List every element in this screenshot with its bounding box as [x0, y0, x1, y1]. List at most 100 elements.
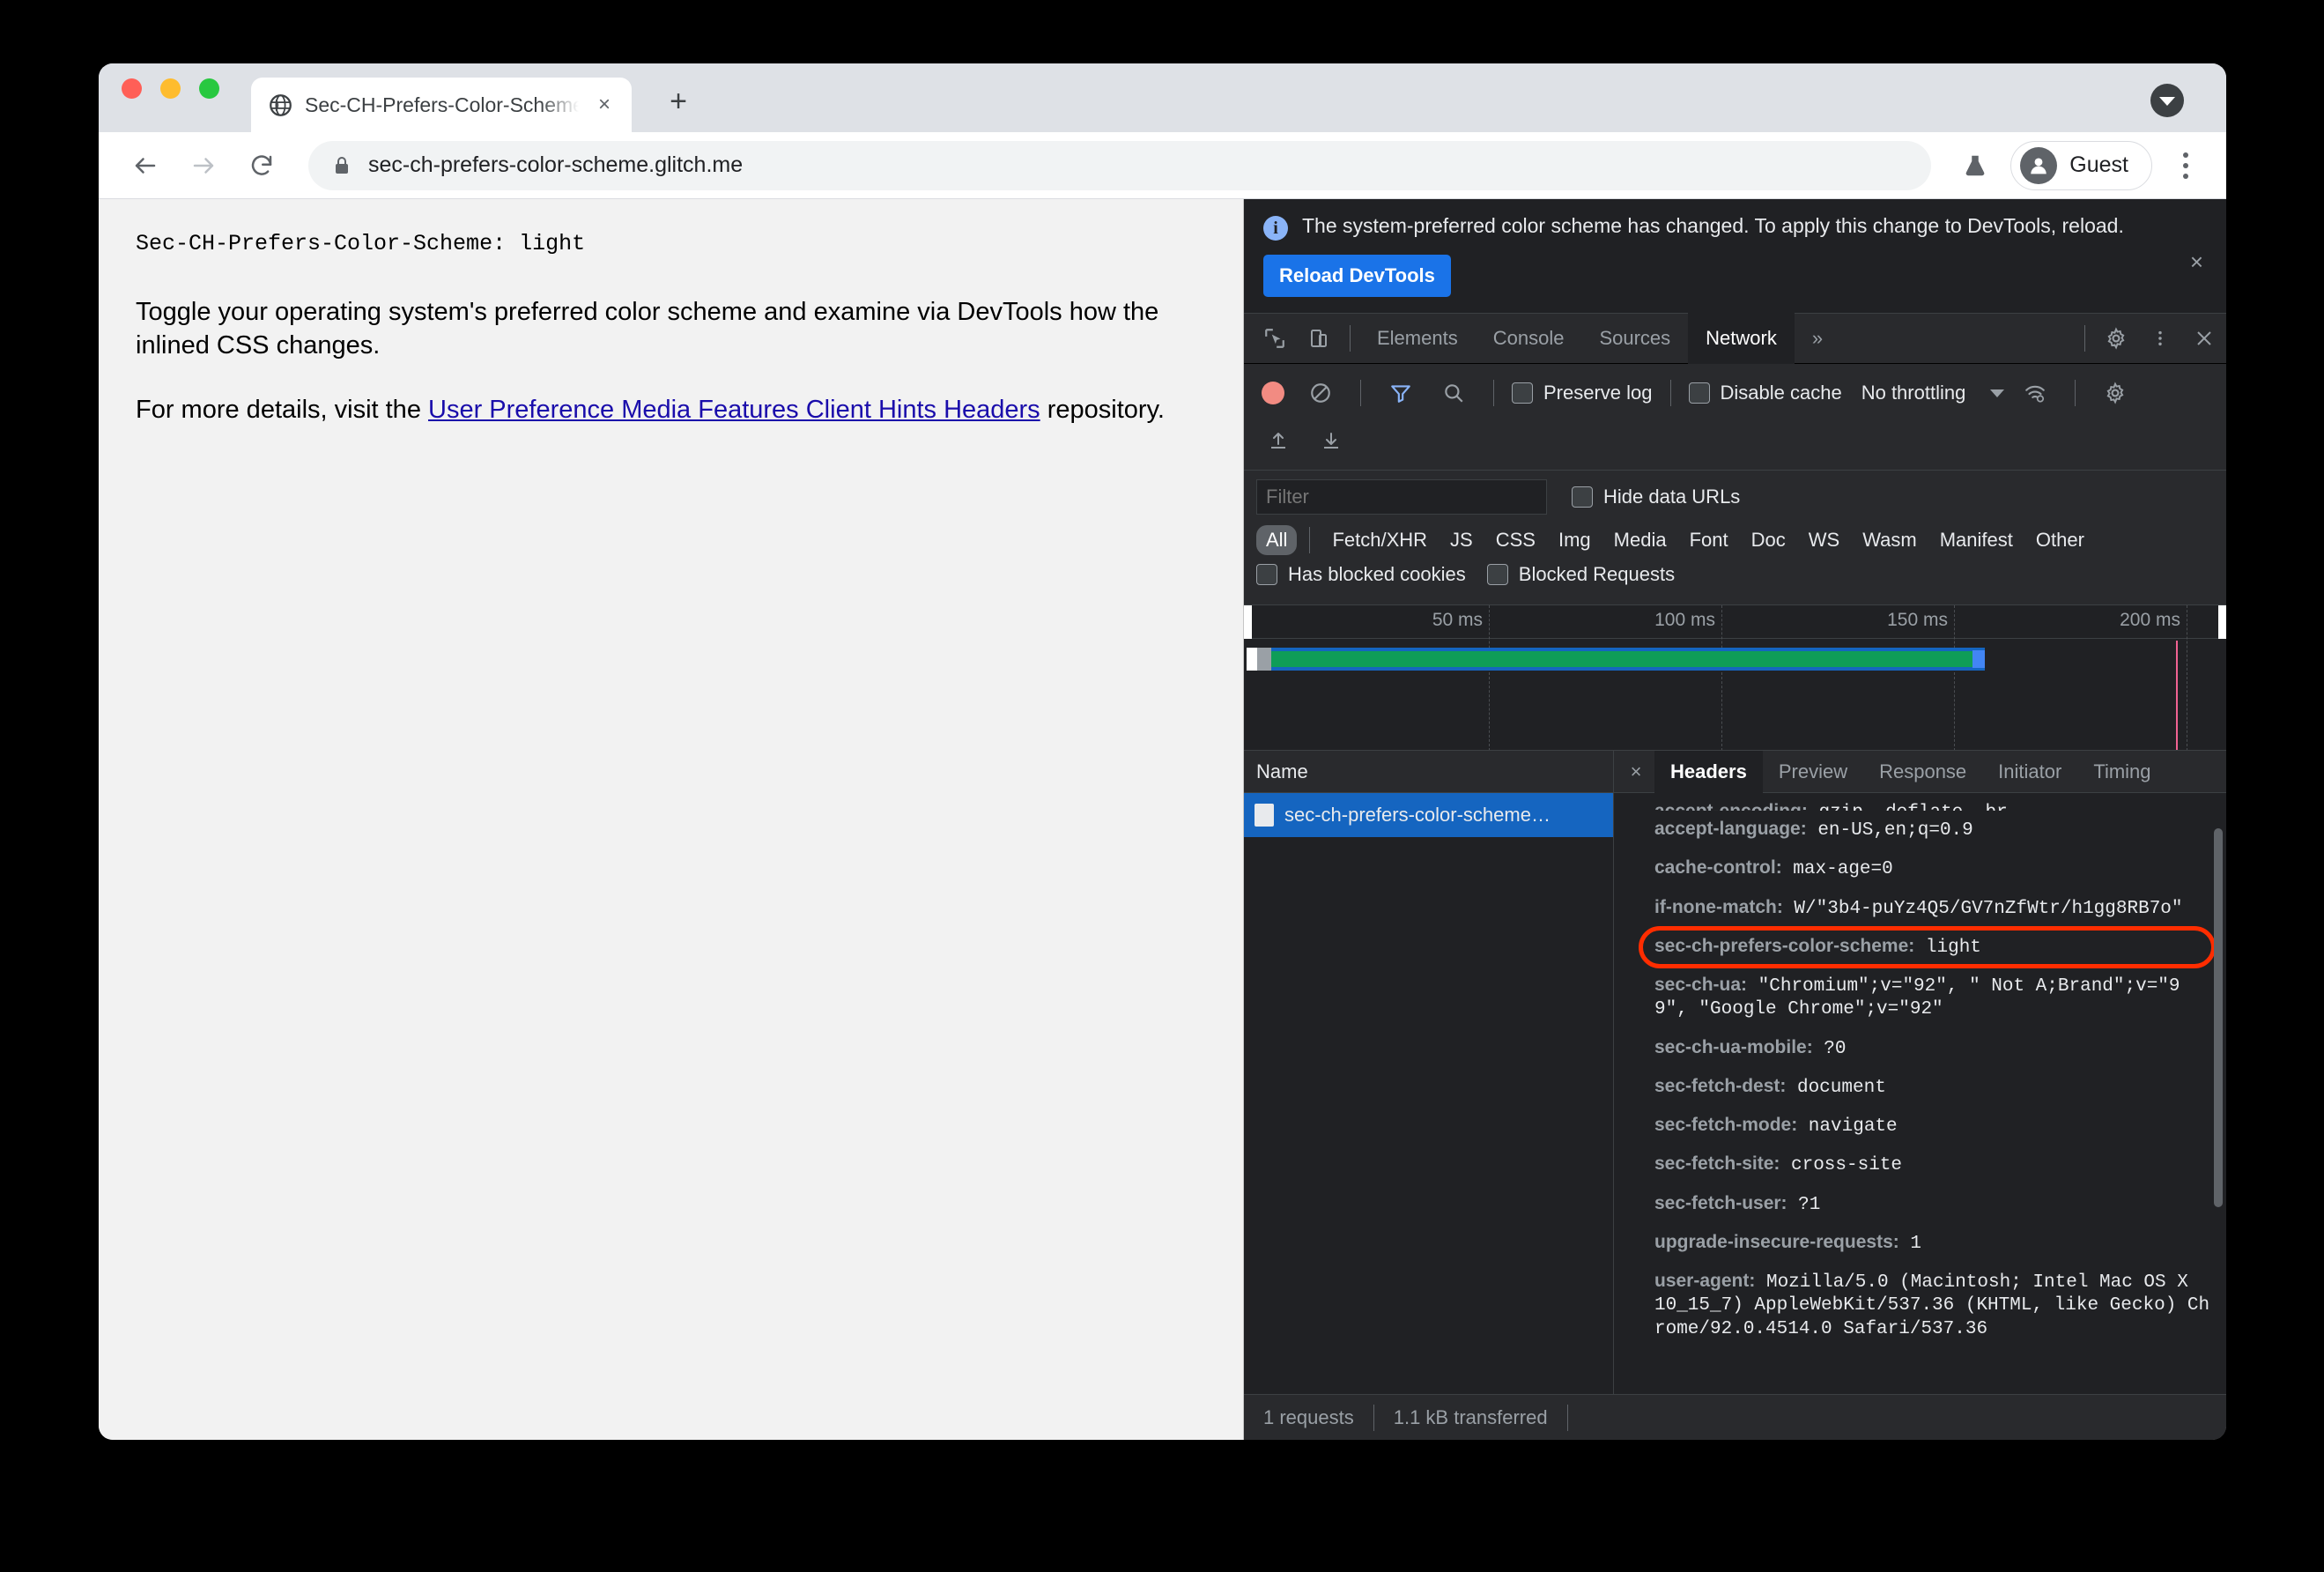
header-row: accept-encoding: gzip, deflate, br: [1654, 793, 2210, 811]
has-blocked-cookies-checkbox[interactable]: Has blocked cookies: [1256, 563, 1466, 586]
header-value: navigate: [1797, 1116, 1898, 1137]
header-row: sec-fetch-user: ?1: [1654, 1185, 2210, 1224]
type-filter-css[interactable]: CSS: [1486, 525, 1545, 555]
tab-initiator[interactable]: Initiator: [1982, 751, 2077, 793]
type-filter-js[interactable]: JS: [1440, 525, 1483, 555]
request-detail-tabbar: × Headers Preview Response Initiator Tim…: [1614, 750, 2226, 793]
network-filterbar: Hide data URLs All Fetch/XHR JS CSS Img …: [1244, 471, 2226, 605]
timeline-request-bar: [1247, 648, 1985, 671]
timeline-ruler: 50 ms 100 ms 150 ms 200 ms: [1244, 605, 2226, 750]
tab-response[interactable]: Response: [1863, 751, 1982, 793]
kebab-menu-icon: [2183, 152, 2188, 158]
checkbox-box: [1688, 382, 1710, 404]
maximize-window-button[interactable]: [199, 78, 219, 99]
timeline-tick-label: 150 ms: [1887, 610, 1948, 630]
disable-cache-label: Disable cache: [1720, 382, 1842, 404]
avatar: [2020, 146, 2058, 184]
hide-data-urls-label: Hide data URLs: [1603, 486, 1741, 508]
timeline-tick: 100 ms: [1654, 605, 1722, 750]
request-name: sec-ch-prefers-color-scheme…: [1284, 804, 1551, 826]
browser-menu-button[interactable]: [2165, 141, 2207, 190]
resource-type-filters: All Fetch/XHR JS CSS Img Media Font Doc …: [1256, 525, 2214, 555]
clear-icon: [1311, 383, 1330, 403]
network-settings-button[interactable]: [2093, 371, 2137, 415]
requests-list: sec-ch-prefers-color-scheme…: [1244, 793, 1613, 1394]
headers-list[interactable]: accept-encoding: gzip, deflate, br accep…: [1614, 793, 2226, 1394]
type-filter-img[interactable]: Img: [1549, 525, 1601, 555]
page-viewport: Sec-CH-Prefers-Color-Scheme: light Toggl…: [99, 199, 1244, 1440]
browser-window: Sec-CH-Prefers-Color-Scheme × + sec-ch-p…: [99, 63, 2226, 1440]
kebab-menu-icon: [2158, 330, 2162, 346]
search-icon: [1445, 384, 1463, 403]
hide-data-urls-checkbox[interactable]: Hide data URLs: [1572, 486, 1740, 508]
devtools-more-button[interactable]: [2138, 316, 2182, 360]
detail-close-button[interactable]: ×: [1617, 760, 1654, 783]
tab-sources[interactable]: Sources: [1581, 313, 1688, 364]
header-row: sec-ch-ua-mobile: ?0: [1654, 1029, 2210, 1068]
back-button[interactable]: [120, 140, 171, 191]
funnel-icon: [1391, 385, 1410, 403]
type-filter-doc[interactable]: Doc: [1742, 525, 1795, 555]
minimize-window-button[interactable]: [160, 78, 181, 99]
record-button[interactable]: [1262, 382, 1284, 404]
device-toolbar-button[interactable]: [1297, 316, 1341, 360]
import-har-button[interactable]: [1256, 419, 1300, 463]
search-button[interactable]: [1432, 371, 1476, 415]
type-filter-fetch-xhr[interactable]: Fetch/XHR: [1322, 525, 1437, 555]
requests-column-header[interactable]: Name: [1244, 751, 1613, 793]
repository-link[interactable]: User Preference Media Features Client Hi…: [428, 396, 1040, 424]
network-conditions-button[interactable]: [2013, 371, 2057, 415]
type-filter-ws[interactable]: WS: [1799, 525, 1849, 555]
export-har-button[interactable]: [1309, 419, 1353, 463]
tab-close-button[interactable]: ×: [591, 92, 618, 118]
tab-elements[interactable]: Elements: [1359, 313, 1476, 364]
close-window-button[interactable]: [122, 78, 142, 99]
type-filter-wasm[interactable]: Wasm: [1853, 525, 1927, 555]
type-filter-all[interactable]: All: [1256, 525, 1298, 555]
inspect-element-button[interactable]: [1253, 316, 1297, 360]
filter-input[interactable]: [1256, 479, 1547, 515]
request-row[interactable]: sec-ch-prefers-color-scheme…: [1244, 793, 1613, 837]
request-count: 1 requests: [1244, 1404, 1374, 1431]
type-filter-font[interactable]: Font: [1680, 525, 1738, 555]
timeline-handle-right[interactable]: [2218, 605, 2226, 639]
devtools-panel: i The system-preferred color scheme has …: [1244, 199, 2226, 1440]
clear-button[interactable]: [1299, 371, 1343, 415]
reload-button[interactable]: [236, 140, 287, 191]
browser-tab[interactable]: Sec-CH-Prefers-Color-Scheme ×: [251, 78, 632, 132]
disable-cache-checkbox[interactable]: Disable cache: [1688, 382, 1842, 404]
headers-scrollbar[interactable]: [2214, 828, 2223, 1207]
filter-toggle-button[interactable]: [1379, 371, 1423, 415]
transferred-size: 1.1 kB transferred: [1374, 1404, 1568, 1431]
timeline-handle-left[interactable]: [1244, 605, 1252, 639]
tab-network[interactable]: Network: [1688, 313, 1795, 364]
network-conditions-icon: [2025, 385, 2046, 403]
timeline-tick-label: 200 ms: [2120, 610, 2180, 630]
experiments-button[interactable]: [1952, 143, 1998, 189]
forward-button[interactable]: [178, 140, 229, 191]
profile-button[interactable]: Guest: [2010, 140, 2152, 190]
network-overview-timeline[interactable]: 50 ms 100 ms 150 ms 200 ms: [1244, 605, 2226, 751]
tab-headers[interactable]: Headers: [1654, 750, 1763, 793]
more-tabs-button[interactable]: »: [1795, 313, 1840, 364]
chevron-down-icon[interactable]: [1990, 389, 2005, 397]
devtools-close-button[interactable]: [2182, 316, 2226, 360]
timeline-tick: 150 ms: [1887, 605, 1955, 750]
tab-timing[interactable]: Timing: [2077, 751, 2166, 793]
tab-preview[interactable]: Preview: [1763, 751, 1863, 793]
type-filter-manifest[interactable]: Manifest: [1930, 525, 2023, 555]
reload-devtools-button[interactable]: Reload DevTools: [1263, 255, 1451, 297]
devtools-banner: i The system-preferred color scheme has …: [1244, 199, 2226, 313]
throttling-select[interactable]: No throttling: [1861, 382, 1966, 404]
blocked-requests-checkbox[interactable]: Blocked Requests: [1486, 563, 1675, 586]
flask-icon: [1965, 155, 1985, 175]
devtools-settings-button[interactable]: [2094, 316, 2138, 360]
tab-search-button[interactable]: [2150, 84, 2184, 117]
new-tab-button[interactable]: +: [658, 81, 699, 122]
preserve-log-checkbox[interactable]: Preserve log: [1512, 382, 1653, 404]
address-bar[interactable]: sec-ch-prefers-color-scheme.glitch.me: [308, 140, 1932, 190]
type-filter-media[interactable]: Media: [1604, 525, 1676, 555]
type-filter-other[interactable]: Other: [2026, 525, 2094, 555]
banner-close-button[interactable]: ×: [2190, 248, 2203, 276]
tab-console[interactable]: Console: [1476, 313, 1582, 364]
